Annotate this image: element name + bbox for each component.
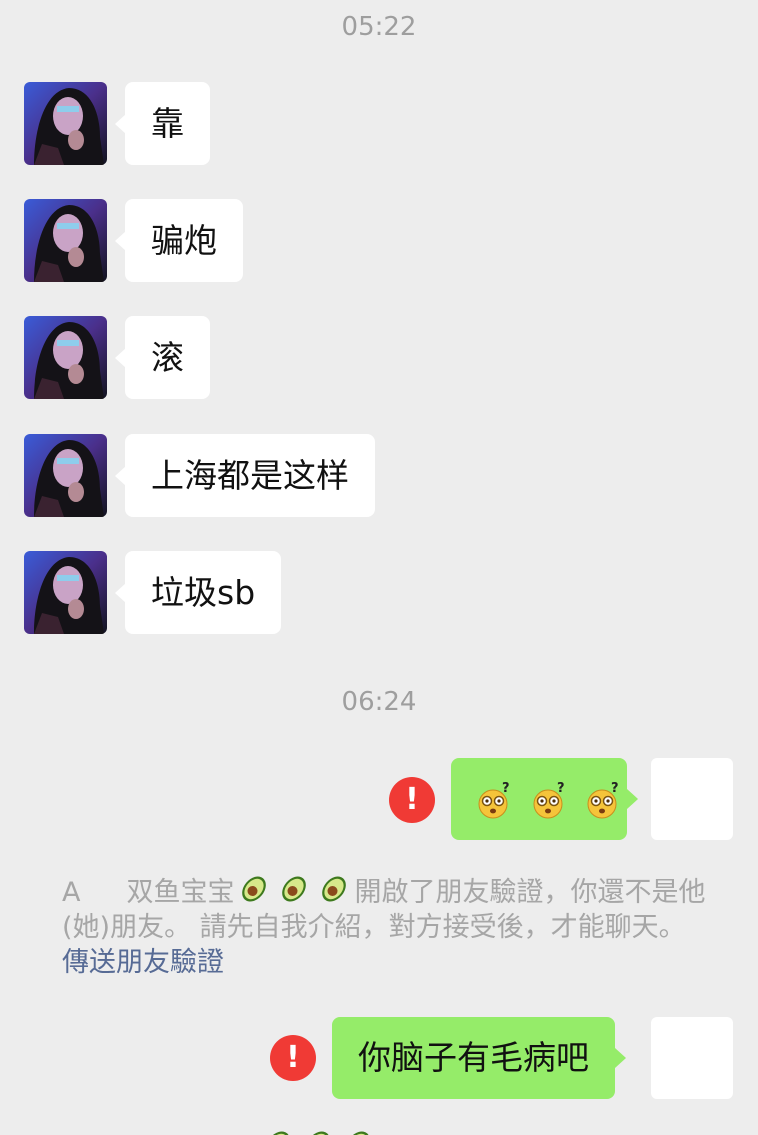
send-friend-verification-link[interactable]: 傳送朋友驗證 — [62, 947, 224, 978]
message-bubble-incoming[interactable]: 靠 — [115, 82, 210, 165]
send-failed-icon[interactable]: ! — [270, 1035, 316, 1081]
send-failed-icon[interactable]: ! — [389, 777, 435, 823]
message-bubble-incoming[interactable]: 滚 — [115, 316, 210, 399]
contact-avatar[interactable] — [24, 199, 107, 282]
svg-text:?: ? — [557, 781, 565, 796]
message-bubble-outgoing[interactable]: 你脑子有毛病吧 — [332, 1017, 626, 1099]
friend-verification-notice: A 双鱼宝宝 開啟了朋友驗證，你還不是他(她)朋友。 請先自我介紹，對方接受後，才… — [62, 871, 712, 980]
dizzy-face-emoji: ? — [528, 779, 583, 818]
dizzy-face-emoji: ? — [582, 779, 626, 818]
avocado-emoji — [346, 1131, 370, 1135]
avocado-emoji — [282, 876, 307, 902]
chat-window: 05:22 靠 骗炮 滚 上海都是这样 垃圾sb 06:24 ! ? ? ? A… — [0, 0, 758, 1135]
self-avatar[interactable] — [651, 1017, 733, 1099]
avocado-emoji — [306, 1131, 330, 1135]
message-bubble-incoming[interactable]: 上海都是这样 — [115, 434, 375, 517]
message-bubble-incoming[interactable]: 骗炮 — [115, 199, 243, 282]
avocado-emoji — [242, 876, 267, 902]
timestamp: 06:24 — [341, 687, 417, 717]
self-avatar[interactable] — [651, 758, 733, 840]
svg-text:?: ? — [611, 781, 619, 796]
svg-text:?: ? — [502, 781, 510, 796]
friend-verification-notice-partial — [62, 1126, 712, 1135]
dizzy-face-emoji: ? — [473, 779, 528, 818]
avocado-emoji — [266, 1131, 290, 1135]
contact-avatar[interactable] — [24, 434, 107, 517]
timestamp: 05:22 — [341, 12, 417, 42]
contact-avatar[interactable] — [24, 82, 107, 165]
contact-avatar[interactable] — [24, 551, 107, 634]
message-bubble-outgoing[interactable]: ? ? ? — [451, 758, 638, 840]
message-bubble-incoming[interactable]: 垃圾sb — [114, 551, 282, 634]
contact-avatar[interactable] — [24, 316, 107, 399]
avocado-emoji — [322, 876, 347, 902]
notice-prefix: A — [62, 877, 81, 908]
contact-name: 双鱼宝宝 — [126, 877, 235, 908]
